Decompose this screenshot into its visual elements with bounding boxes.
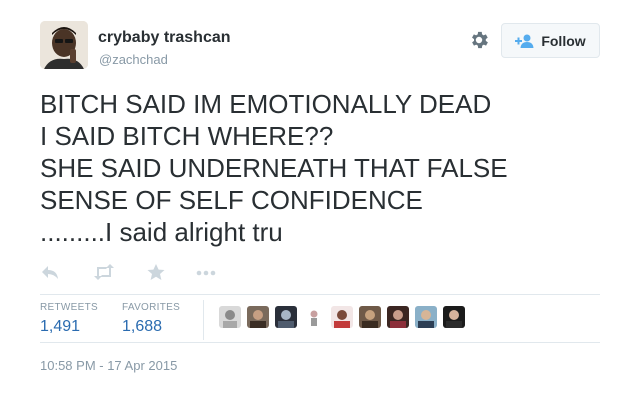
favoriter-avatar[interactable]: [331, 306, 353, 328]
retweets-stat[interactable]: RETWEETS 1,491: [40, 302, 98, 336]
retweet-icon[interactable]: [93, 263, 115, 283]
gear-icon[interactable]: [468, 29, 490, 51]
favoriter-avatar[interactable]: [387, 306, 409, 328]
tweet-timestamp[interactable]: 10:58 PM - 17 Apr 2015: [40, 358, 177, 373]
reply-icon[interactable]: [40, 263, 62, 283]
follow-button[interactable]: Follow: [501, 23, 600, 58]
follow-button-label: Follow: [541, 32, 586, 49]
favorites-count: 1,688: [122, 318, 163, 335]
more-icon[interactable]: [195, 263, 217, 283]
tweet-actions: [40, 263, 240, 285]
retweets-count: 1,491: [40, 318, 81, 335]
favoriter-avatar[interactable]: [275, 306, 297, 328]
tweet-line: I SAID BITCH WHERE??: [40, 121, 334, 151]
tweet-line: SHE SAID UNDERNEATH THAT FALSE: [40, 153, 508, 183]
divider: [40, 294, 600, 295]
favorites-label: FAVORITES: [122, 302, 181, 313]
favorite-icon[interactable]: [146, 263, 168, 283]
tweet-text: BITCH SAID IM EMOTIONALLY DEAD I SAID BI…: [40, 88, 600, 248]
tweet-line: BITCH SAID IM EMOTIONALLY DEAD: [40, 89, 492, 119]
favoriter-avatar[interactable]: [415, 306, 437, 328]
divider: [40, 342, 600, 343]
avatar-photo: [40, 21, 88, 69]
stats-separator: [203, 300, 204, 340]
retweets-label: RETWEETS: [40, 302, 98, 313]
favoriter-avatar[interactable]: [303, 306, 325, 328]
avatar[interactable]: [40, 21, 88, 69]
favoriter-avatar[interactable]: [443, 306, 465, 328]
tweet-line: .........I said alright tru: [40, 217, 283, 247]
add-user-icon: [515, 34, 534, 48]
display-name[interactable]: crybaby trashcan: [98, 29, 231, 47]
favoriter-avatar[interactable]: [359, 306, 381, 328]
favoriter-avatar[interactable]: [247, 306, 269, 328]
favoriter-avatar[interactable]: [219, 306, 241, 328]
user-handle[interactable]: @zachchad: [99, 52, 168, 67]
favorites-stat[interactable]: FAVORITES 1,688: [122, 302, 180, 336]
tweet-line: SENSE OF SELF CONFIDENCE: [40, 185, 423, 215]
